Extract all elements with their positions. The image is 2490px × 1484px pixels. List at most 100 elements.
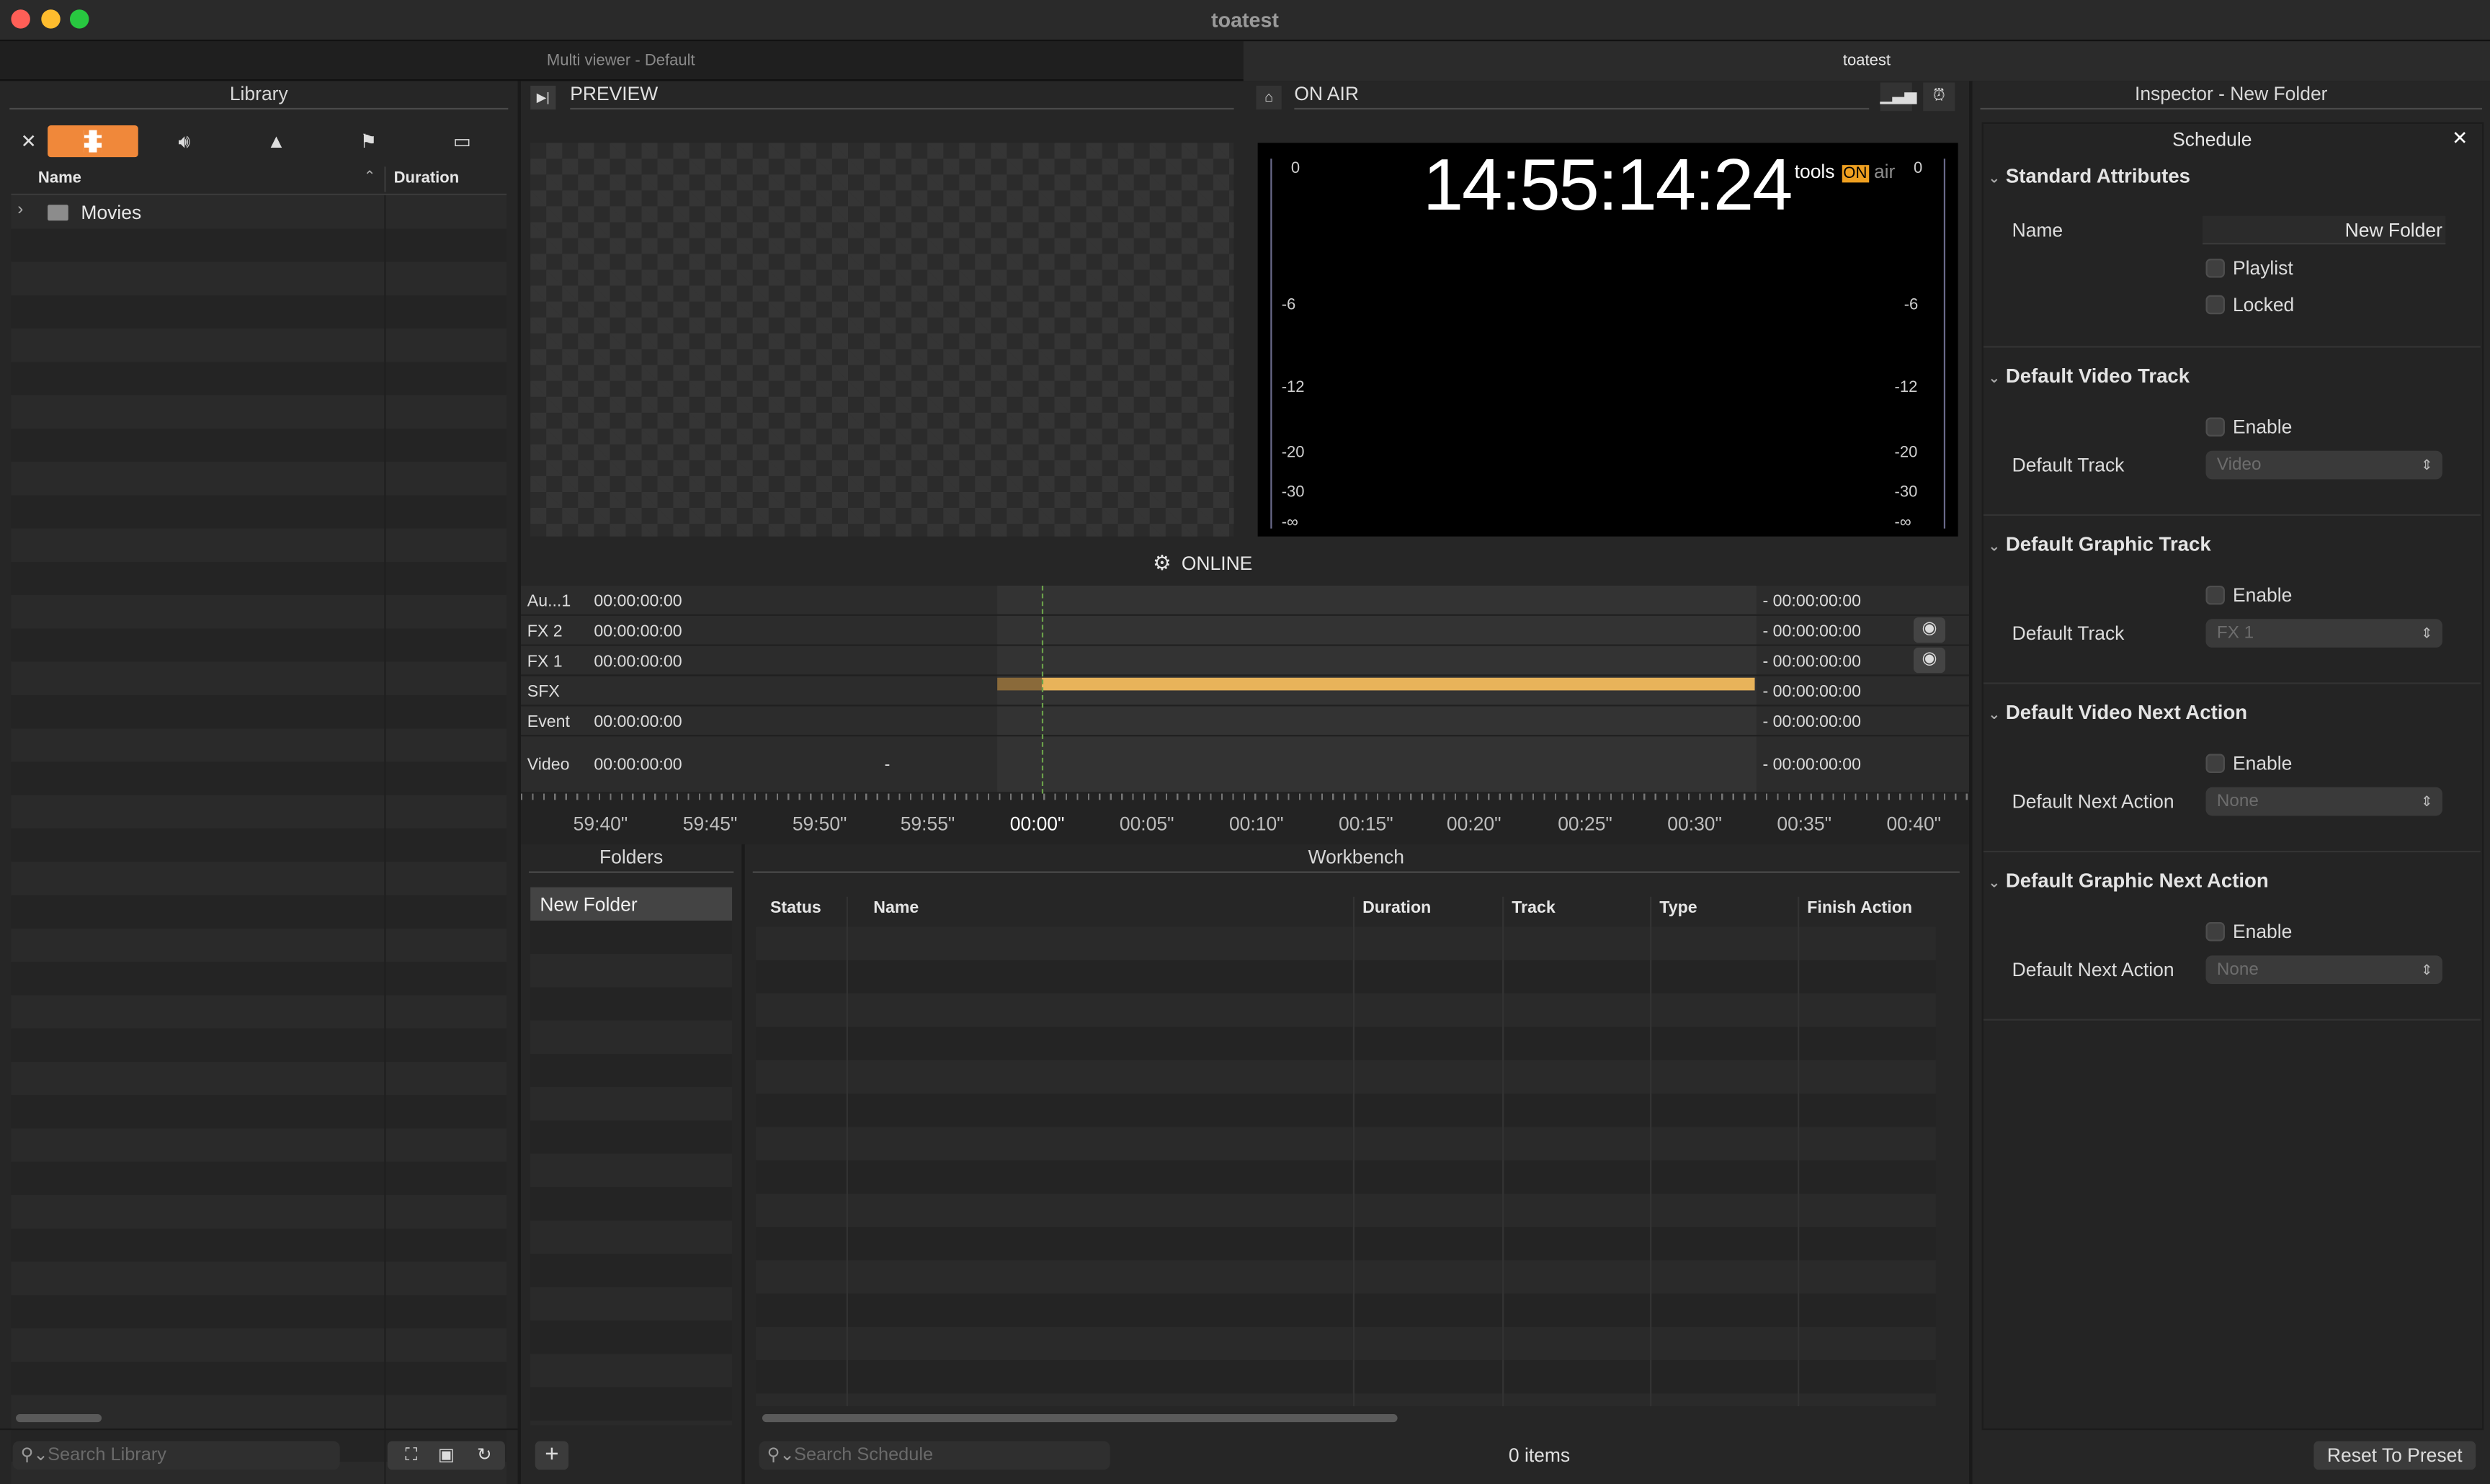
playhead[interactable] (1041, 585, 1044, 810)
meter-left-30: -30 (1281, 483, 1305, 502)
section-default-video-track[interactable]: ⌄ Default Video Track (1989, 365, 2190, 388)
reset-to-preset-button[interactable]: Reset To Preset (2313, 1441, 2476, 1470)
gear-icon: ⚙ (1153, 550, 1172, 575)
add-folder-button[interactable]: + (535, 1441, 569, 1470)
folders-panel: Folders New Folder + (521, 844, 741, 1484)
section-default-graphic-track[interactable]: ⌄ Default Graphic Track (1989, 533, 2211, 555)
ruler-label: 59:40" (573, 813, 628, 835)
video-next-action-select[interactable]: None ⇕ (2205, 787, 2442, 816)
video-track-enable-checkbox[interactable] (2205, 417, 2225, 437)
refresh-icon[interactable]: ↻ (468, 1441, 500, 1470)
section-default-graphic-next-action[interactable]: ⌄ Default Graphic Next Action (1989, 870, 2269, 892)
image-view-icon[interactable]: ▣ (430, 1441, 462, 1470)
preview-canvas (530, 143, 1234, 537)
on-badge: ON (1842, 165, 1869, 183)
column-status-header[interactable]: Status (770, 898, 821, 917)
film-icon (84, 130, 102, 153)
tab-multi-viewer[interactable]: Multi viewer - Default (0, 41, 1242, 81)
speaker-icon[interactable]: 🔊︎ (169, 125, 200, 157)
schedule-search-input[interactable]: ⚲⌄ Search Schedule (759, 1441, 1110, 1470)
ruler-label: 59:50" (792, 813, 847, 835)
meter-left-inf: -∞ (1281, 514, 1298, 532)
video-next-enable-checkbox[interactable] (2205, 754, 2225, 773)
close-icon[interactable]: ✕ (2452, 127, 2468, 149)
list-item[interactable]: New Folder (530, 887, 733, 921)
graphic-next-enable-checkbox[interactable] (2205, 922, 2225, 942)
graphic-track-enable-checkbox[interactable] (2205, 585, 2225, 605)
ruler-label: 00:10" (1228, 813, 1284, 835)
film-filter-button[interactable] (48, 125, 138, 158)
track-fx-2[interactable]: FX 2 00:00:00:00 - 00:00:00:00 ◉ (520, 616, 1970, 646)
mountain-image-icon[interactable]: ▲ (260, 125, 292, 157)
audio-meter-right (1939, 158, 1946, 529)
schedule-search-placeholder: Search Schedule (794, 1446, 934, 1465)
onair-screen-icon[interactable]: ⌂ (1256, 85, 1282, 110)
folder-item-name: New Folder (540, 893, 638, 916)
graphic-next-action-select[interactable]: None ⇕ (2205, 955, 2442, 984)
column-duration-header[interactable]: Duration (1362, 898, 1431, 917)
sfx-clip[interactable] (1041, 677, 1755, 691)
toolsonair-logo: tools ON air (1794, 160, 1896, 183)
search-icon: ⚲⌄ (767, 1446, 795, 1465)
track-fx-1[interactable]: FX 1 00:00:00:00 - 00:00:00:00 ◉ (520, 646, 1970, 676)
video-track-label: Default Track (2012, 454, 2125, 476)
chevron-updown-icon: ⇕ (2421, 625, 2433, 642)
track-audio-1[interactable]: Au...1 00:00:00:00 - 00:00:00:00 (520, 586, 1970, 616)
video-track-select[interactable]: Video ⇕ (2205, 450, 2442, 480)
section-standard-attributes[interactable]: ⌄ Standard Attributes (1989, 165, 2190, 187)
name-field[interactable]: New Folder (2203, 215, 2446, 245)
locked-checkbox[interactable] (2205, 295, 2225, 315)
online-status-label: ONLINE (1181, 552, 1253, 575)
list-item[interactable]: › Movies (11, 195, 507, 228)
calendar-icon[interactable]: ▭ (446, 125, 478, 157)
onair-screen: 14:55:14:24 tools ON air 0 -6 -12 -20 -3… (1257, 143, 1958, 537)
library-header: Name ⌃ Duration (11, 164, 507, 195)
ruler-label: 00:15" (1339, 813, 1393, 835)
chevron-down-icon: ⌄ (1988, 169, 2001, 186)
library-view-buttons: ⛶ ▣ ↻ (387, 1441, 505, 1470)
graphic-next-enable-label: Enable (2232, 920, 2293, 943)
flag-icon[interactable]: ⚑ (352, 125, 384, 157)
workbench-scrollbar[interactable] (762, 1414, 1398, 1423)
eye-icon[interactable]: ◉ (1913, 617, 1946, 643)
meter-left-6: -6 (1281, 296, 1296, 315)
playlist-label: Playlist (2232, 256, 2293, 280)
track-event[interactable]: Event 00:00:00:00 - 00:00:00:00 (520, 706, 1970, 737)
play-next-icon[interactable]: ▶| (530, 85, 556, 110)
disclosure-chevron-icon[interactable]: › (17, 200, 23, 219)
schedule-tab[interactable]: Schedule (1982, 128, 2442, 151)
tab-bar: Multi viewer - Default toatest (0, 41, 2490, 81)
fit-view-icon[interactable]: ⛶ (396, 1441, 427, 1470)
column-track-header[interactable]: Track (1512, 898, 1556, 917)
chevron-updown-icon: ⇕ (2421, 962, 2433, 978)
graphic-track-enable-label: Enable (2232, 584, 2293, 607)
item-count: 0 items (1508, 1444, 1571, 1467)
inspector-content (1981, 122, 2484, 1431)
search-icon: ⚲⌄ (20, 1446, 48, 1465)
column-type-header[interactable]: Type (1659, 898, 1697, 917)
library-search-input[interactable]: ⚲⌄ Search Library (12, 1441, 340, 1470)
column-finish-action-header[interactable]: Finish Action (1807, 898, 1912, 917)
chevron-down-icon: ⌄ (1988, 874, 2001, 890)
column-name-header[interactable]: Name (873, 898, 919, 917)
level-meter-button[interactable]: ▁▃▅ (1880, 82, 1917, 112)
workbench-title: Workbench (752, 846, 1960, 873)
ruler-label: 00:25" (1558, 813, 1612, 835)
workbench-rows (756, 926, 1936, 1407)
tab-toatest[interactable]: toatest (1243, 41, 2490, 81)
column-name-header[interactable]: Name (38, 170, 81, 187)
column-duration-header[interactable]: Duration (394, 170, 460, 187)
section-default-video-next-action[interactable]: ⌄ Default Video Next Action (1989, 702, 2248, 724)
sort-ascending-icon: ⌃ (363, 168, 376, 184)
track-video[interactable]: Video 00:00:00:00 - - 00:00:00:00 (520, 736, 1970, 794)
eye-icon[interactable]: ◉ (1913, 647, 1946, 674)
library-scrollbar[interactable] (16, 1414, 102, 1423)
alarm-clock-icon[interactable]: ⏰︎ (1923, 82, 1955, 112)
playlist-checkbox[interactable] (2205, 259, 2225, 278)
folders-title: Folders (528, 846, 734, 873)
graphic-track-select[interactable]: FX 1 ⇕ (2205, 619, 2442, 648)
ruler-label: 00:30" (1667, 813, 1722, 835)
ruler-label: 00:40" (1886, 813, 1942, 835)
close-icon[interactable]: ✕ (13, 125, 45, 157)
ruler-label: 00:05" (1119, 813, 1174, 835)
